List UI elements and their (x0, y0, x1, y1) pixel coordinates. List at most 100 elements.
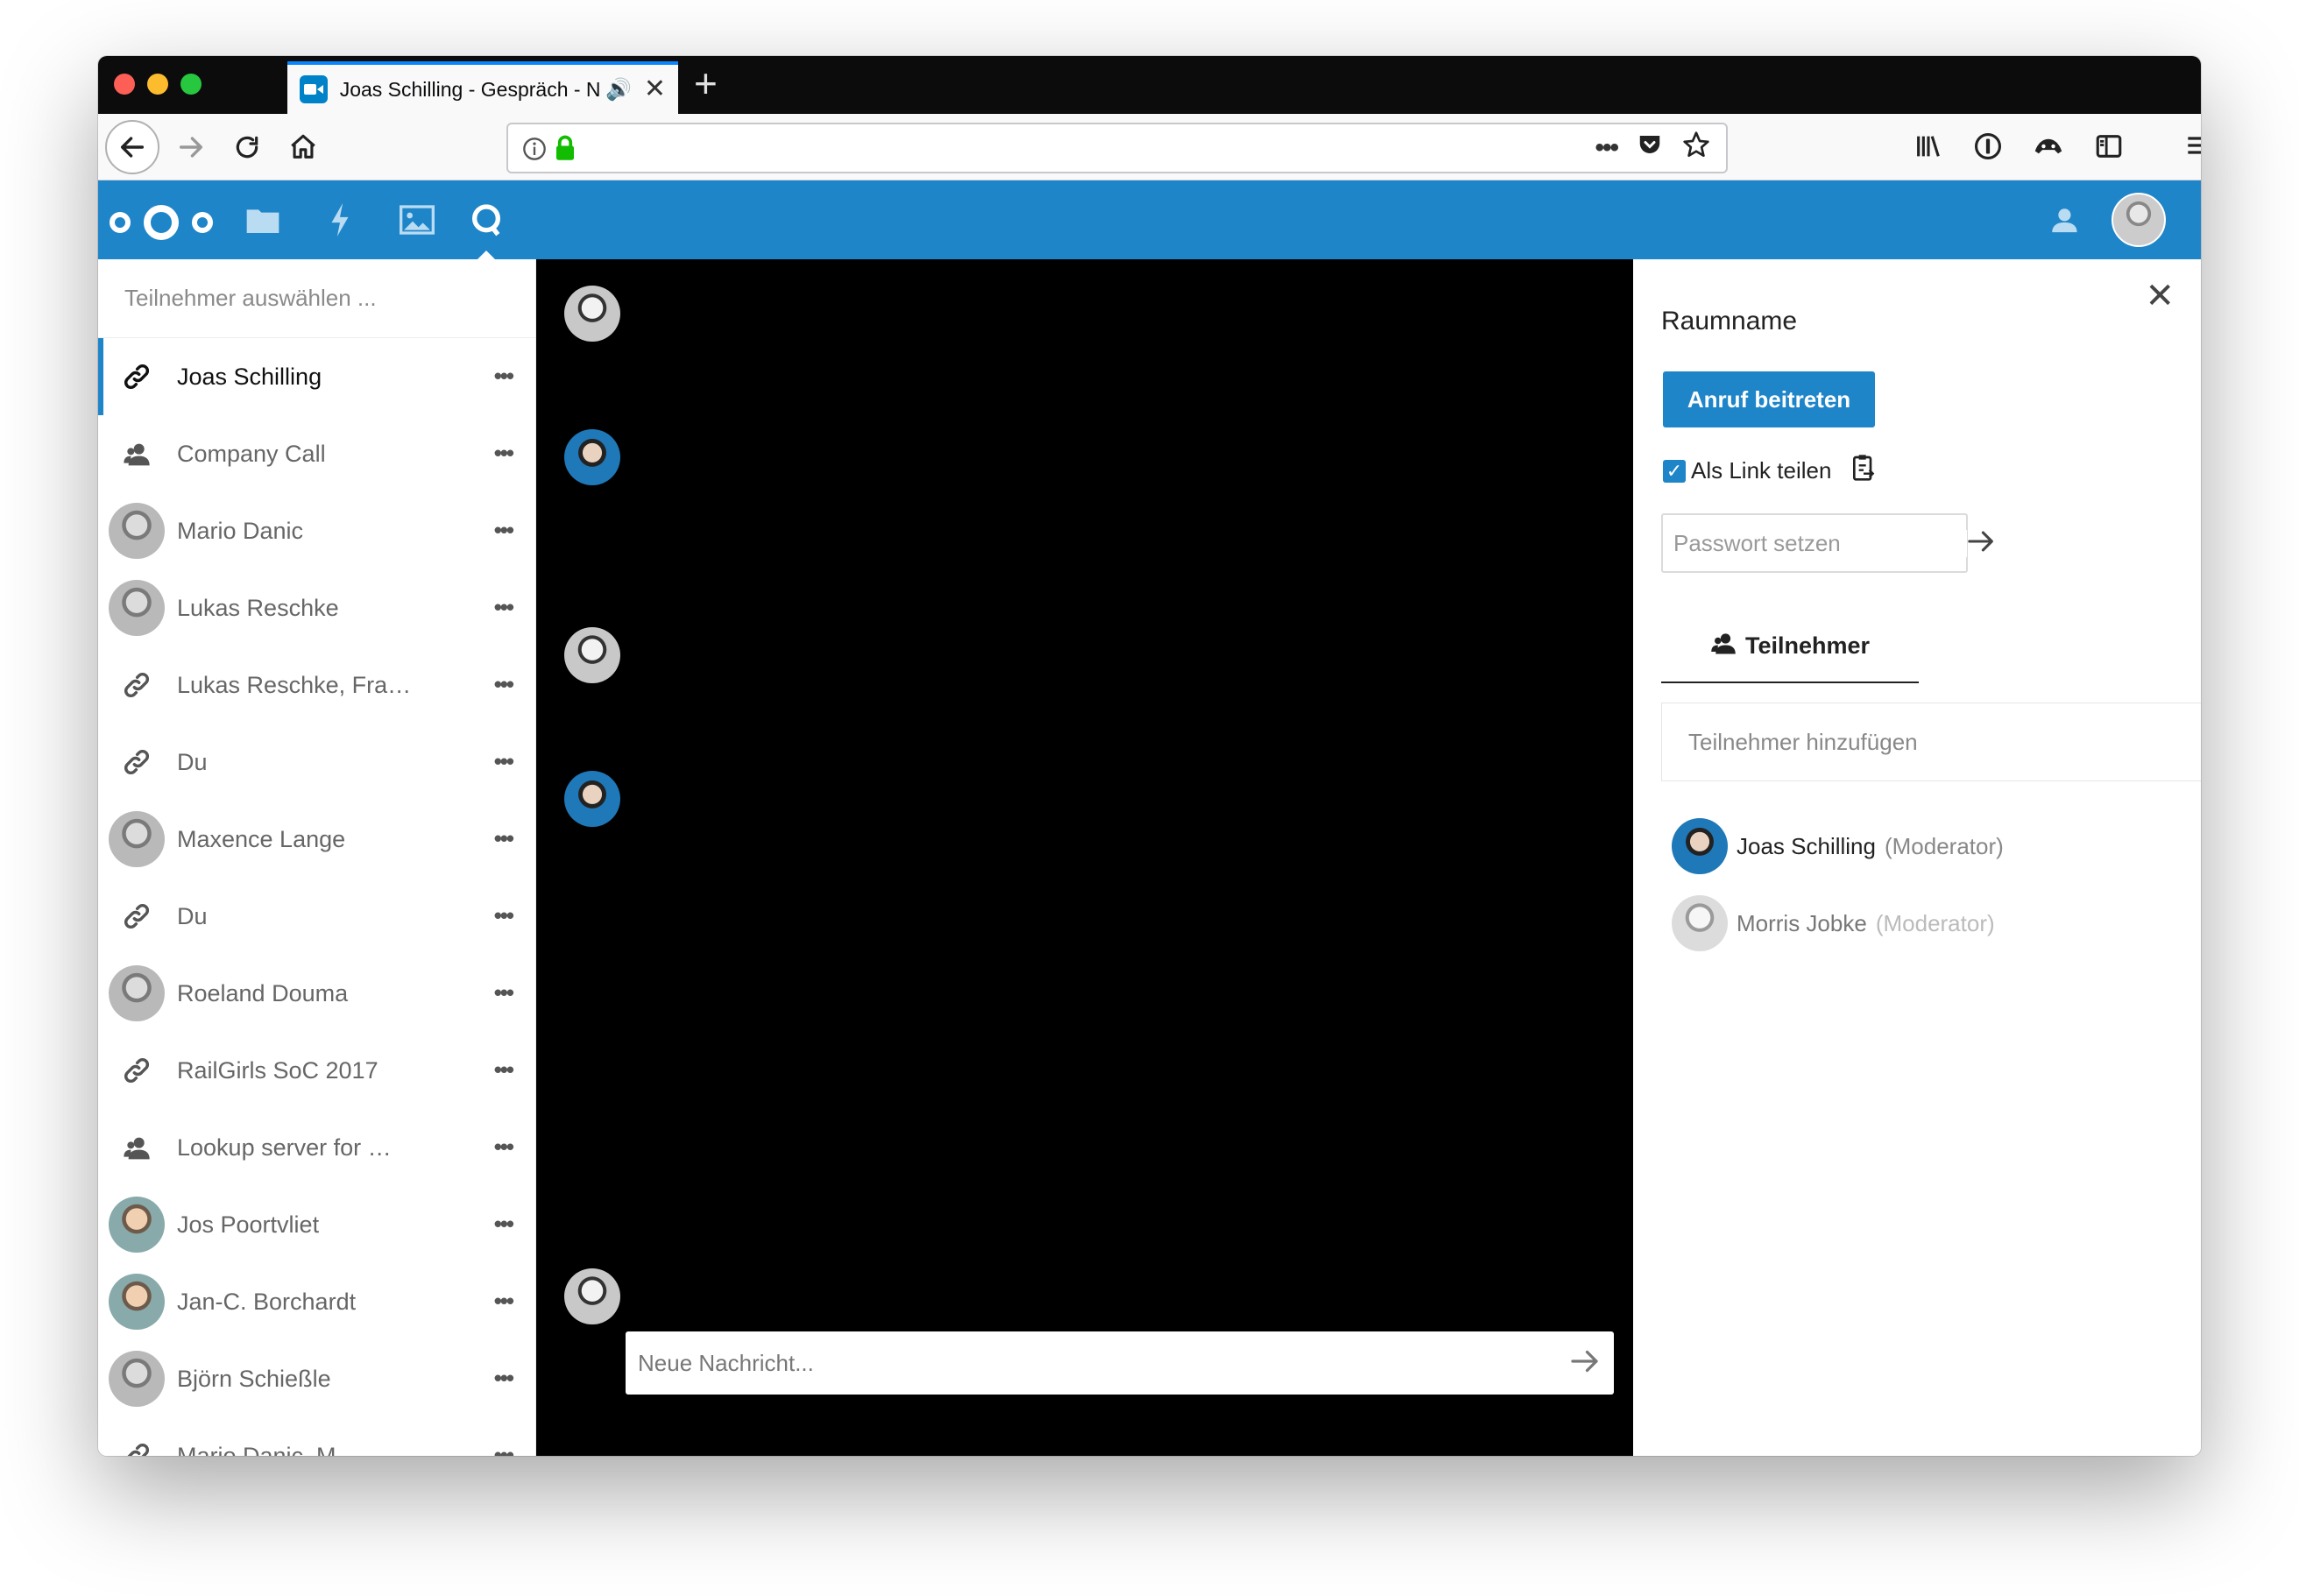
avatar (1672, 895, 1728, 951)
tab-participants[interactable]: Teilnehmer (1661, 610, 1919, 683)
conversation-item[interactable]: Company Call ••• (98, 415, 535, 492)
link-icon (109, 734, 165, 790)
bookmark-star-icon[interactable] (1682, 131, 1710, 166)
conversation-item[interactable]: Björn Schießle ••• (98, 1340, 535, 1417)
tab-bar: Joas Schilling - Gespräch - Nextcloud 🔊 … (98, 56, 2201, 114)
more-icon[interactable]: ••• (494, 517, 514, 544)
link-icon (109, 888, 165, 944)
close-window-button[interactable] (114, 74, 135, 95)
reload-button[interactable] (226, 126, 268, 168)
share-link-label[interactable]: Als Link teilen (1691, 457, 1831, 484)
participant-search[interactable]: Teilnehmer auswählen ... (98, 259, 535, 338)
conversation-name: Maxence Lange (177, 825, 346, 852)
more-icon[interactable]: ••• (494, 1288, 514, 1315)
extension-icon[interactable] (2033, 131, 2064, 166)
clipboard-icon[interactable] (1850, 454, 1877, 488)
more-icon[interactable]: ••• (494, 1056, 514, 1084)
participant-name: Joas Schilling (1737, 832, 1876, 859)
more-icon[interactable]: ••• (494, 1211, 514, 1238)
more-icon[interactable]: ••• (494, 671, 514, 698)
conversation-item[interactable]: Jos Poortvliet ••• (98, 1186, 535, 1263)
participant-role: (Moderator) (1875, 909, 1995, 936)
avatar (109, 1274, 165, 1330)
more-icon[interactable]: ••• (494, 363, 514, 390)
room-name[interactable]: Raumname (1661, 307, 1797, 336)
conversation-item[interactable]: Du ••• (98, 878, 535, 955)
conversation-item[interactable]: Mario Danic, M… ••• (98, 1417, 535, 1456)
submit-arrow-icon[interactable] (1967, 528, 1997, 559)
info-icon[interactable] (522, 137, 547, 166)
more-icon[interactable]: ••• (494, 1365, 514, 1392)
avatar (109, 1351, 165, 1407)
library-icon[interactable] (1913, 131, 1943, 166)
password-input[interactable] (1673, 529, 1967, 557)
avatar (564, 286, 620, 342)
conversation-name: Roeland Douma (177, 979, 349, 1006)
participant-item[interactable]: Joas Schilling (Moderator) (1672, 818, 2004, 874)
conversation-name: Mario Danic, M… (177, 1442, 360, 1457)
forward-button[interactable] (170, 126, 212, 168)
participant-role: (Moderator) (1884, 832, 2004, 859)
speaker-icon[interactable]: 🔊 (605, 77, 632, 102)
conversation-name: Björn Schießle (177, 1365, 331, 1392)
contacts-icon[interactable] (2048, 205, 2078, 239)
gallery-icon[interactable] (396, 200, 438, 240)
toolbar-icons (1913, 131, 2201, 166)
back-button[interactable] (105, 120, 159, 174)
menu-icon[interactable] (2183, 131, 2201, 166)
more-icon[interactable]: ••• (494, 748, 514, 775)
user-avatar[interactable] (2112, 193, 2166, 247)
conversation-item[interactable]: Joas Schilling ••• (98, 338, 535, 415)
add-participant-input[interactable] (1688, 728, 2201, 756)
browser-window: Joas Schilling - Gespräch - Nextcloud 🔊 … (98, 56, 2201, 1456)
home-button[interactable] (282, 126, 324, 168)
conversation-item[interactable]: Lukas Reschke, Fra… ••• (98, 646, 535, 724)
browser-tab[interactable]: Joas Schilling - Gespräch - Nextcloud 🔊 … (287, 61, 678, 114)
nextcloud-logo[interactable] (107, 203, 216, 246)
conversation-name: Joas Schilling (177, 363, 322, 390)
details-panel: ✕ Raumname Anruf beitreten ✓ Als Link te… (1633, 259, 2201, 1456)
more-icon[interactable]: ••• (494, 1442, 514, 1456)
conversation-item[interactable]: Roeland Douma ••• (98, 955, 535, 1032)
sidebar-toggle-icon[interactable] (2094, 131, 2124, 166)
more-icon[interactable]: ••• (494, 979, 514, 1006)
conversation-item[interactable]: Mario Danic ••• (98, 492, 535, 569)
minimize-window-button[interactable] (147, 74, 168, 95)
more-icon[interactable]: ••• (494, 902, 514, 929)
files-icon[interactable] (242, 200, 284, 240)
password-field (1661, 513, 1993, 573)
maximize-window-button[interactable] (180, 74, 202, 95)
message-composer (626, 1331, 1614, 1395)
url-bar[interactable]: ••• (506, 123, 1728, 173)
talk-icon[interactable] (465, 200, 507, 240)
page-actions-icon[interactable]: ••• (1595, 133, 1618, 163)
more-icon[interactable]: ••• (494, 594, 514, 621)
avatar (109, 503, 165, 559)
conversation-item[interactable]: Jan-C. Borchardt ••• (98, 1263, 535, 1340)
share-link-checkbox[interactable]: ✓ (1663, 459, 1686, 483)
conversation-item[interactable]: RailGirls SoC 2017 ••• (98, 1032, 535, 1109)
nextcloud-header (98, 180, 2201, 261)
send-arrow-icon[interactable] (1570, 1348, 1602, 1379)
more-icon[interactable]: ••• (494, 1133, 514, 1161)
search-placeholder: Teilnehmer auswählen ... (124, 285, 377, 311)
conversation-item[interactable]: Maxence Lange ••• (98, 801, 535, 878)
pocket-icon[interactable] (1637, 131, 1663, 165)
more-icon[interactable]: ••• (494, 440, 514, 467)
join-call-button[interactable]: Anruf beitreten (1663, 371, 1875, 427)
conversation-name: Lukas Reschke (177, 594, 339, 621)
conversation-item[interactable]: Lukas Reschke ••• (98, 569, 535, 646)
tab-close-icon[interactable]: ✕ (644, 76, 666, 102)
participant-item[interactable]: Morris Jobke (Moderator) (1672, 895, 1995, 951)
avatar (109, 965, 165, 1021)
conversation-item[interactable]: Du ••• (98, 724, 535, 801)
message-input[interactable] (638, 1349, 1570, 1377)
new-tab-icon[interactable]: + (694, 63, 718, 103)
conversation-name: Jan-C. Borchardt (177, 1288, 357, 1315)
close-icon[interactable]: ✕ (2145, 279, 2175, 314)
conversation-item[interactable]: Lookup server for … ••• (98, 1109, 535, 1186)
more-icon[interactable]: ••• (494, 825, 514, 852)
activity-icon[interactable] (319, 200, 361, 240)
avatar (564, 771, 620, 827)
password-manager-icon[interactable] (1973, 131, 2003, 166)
